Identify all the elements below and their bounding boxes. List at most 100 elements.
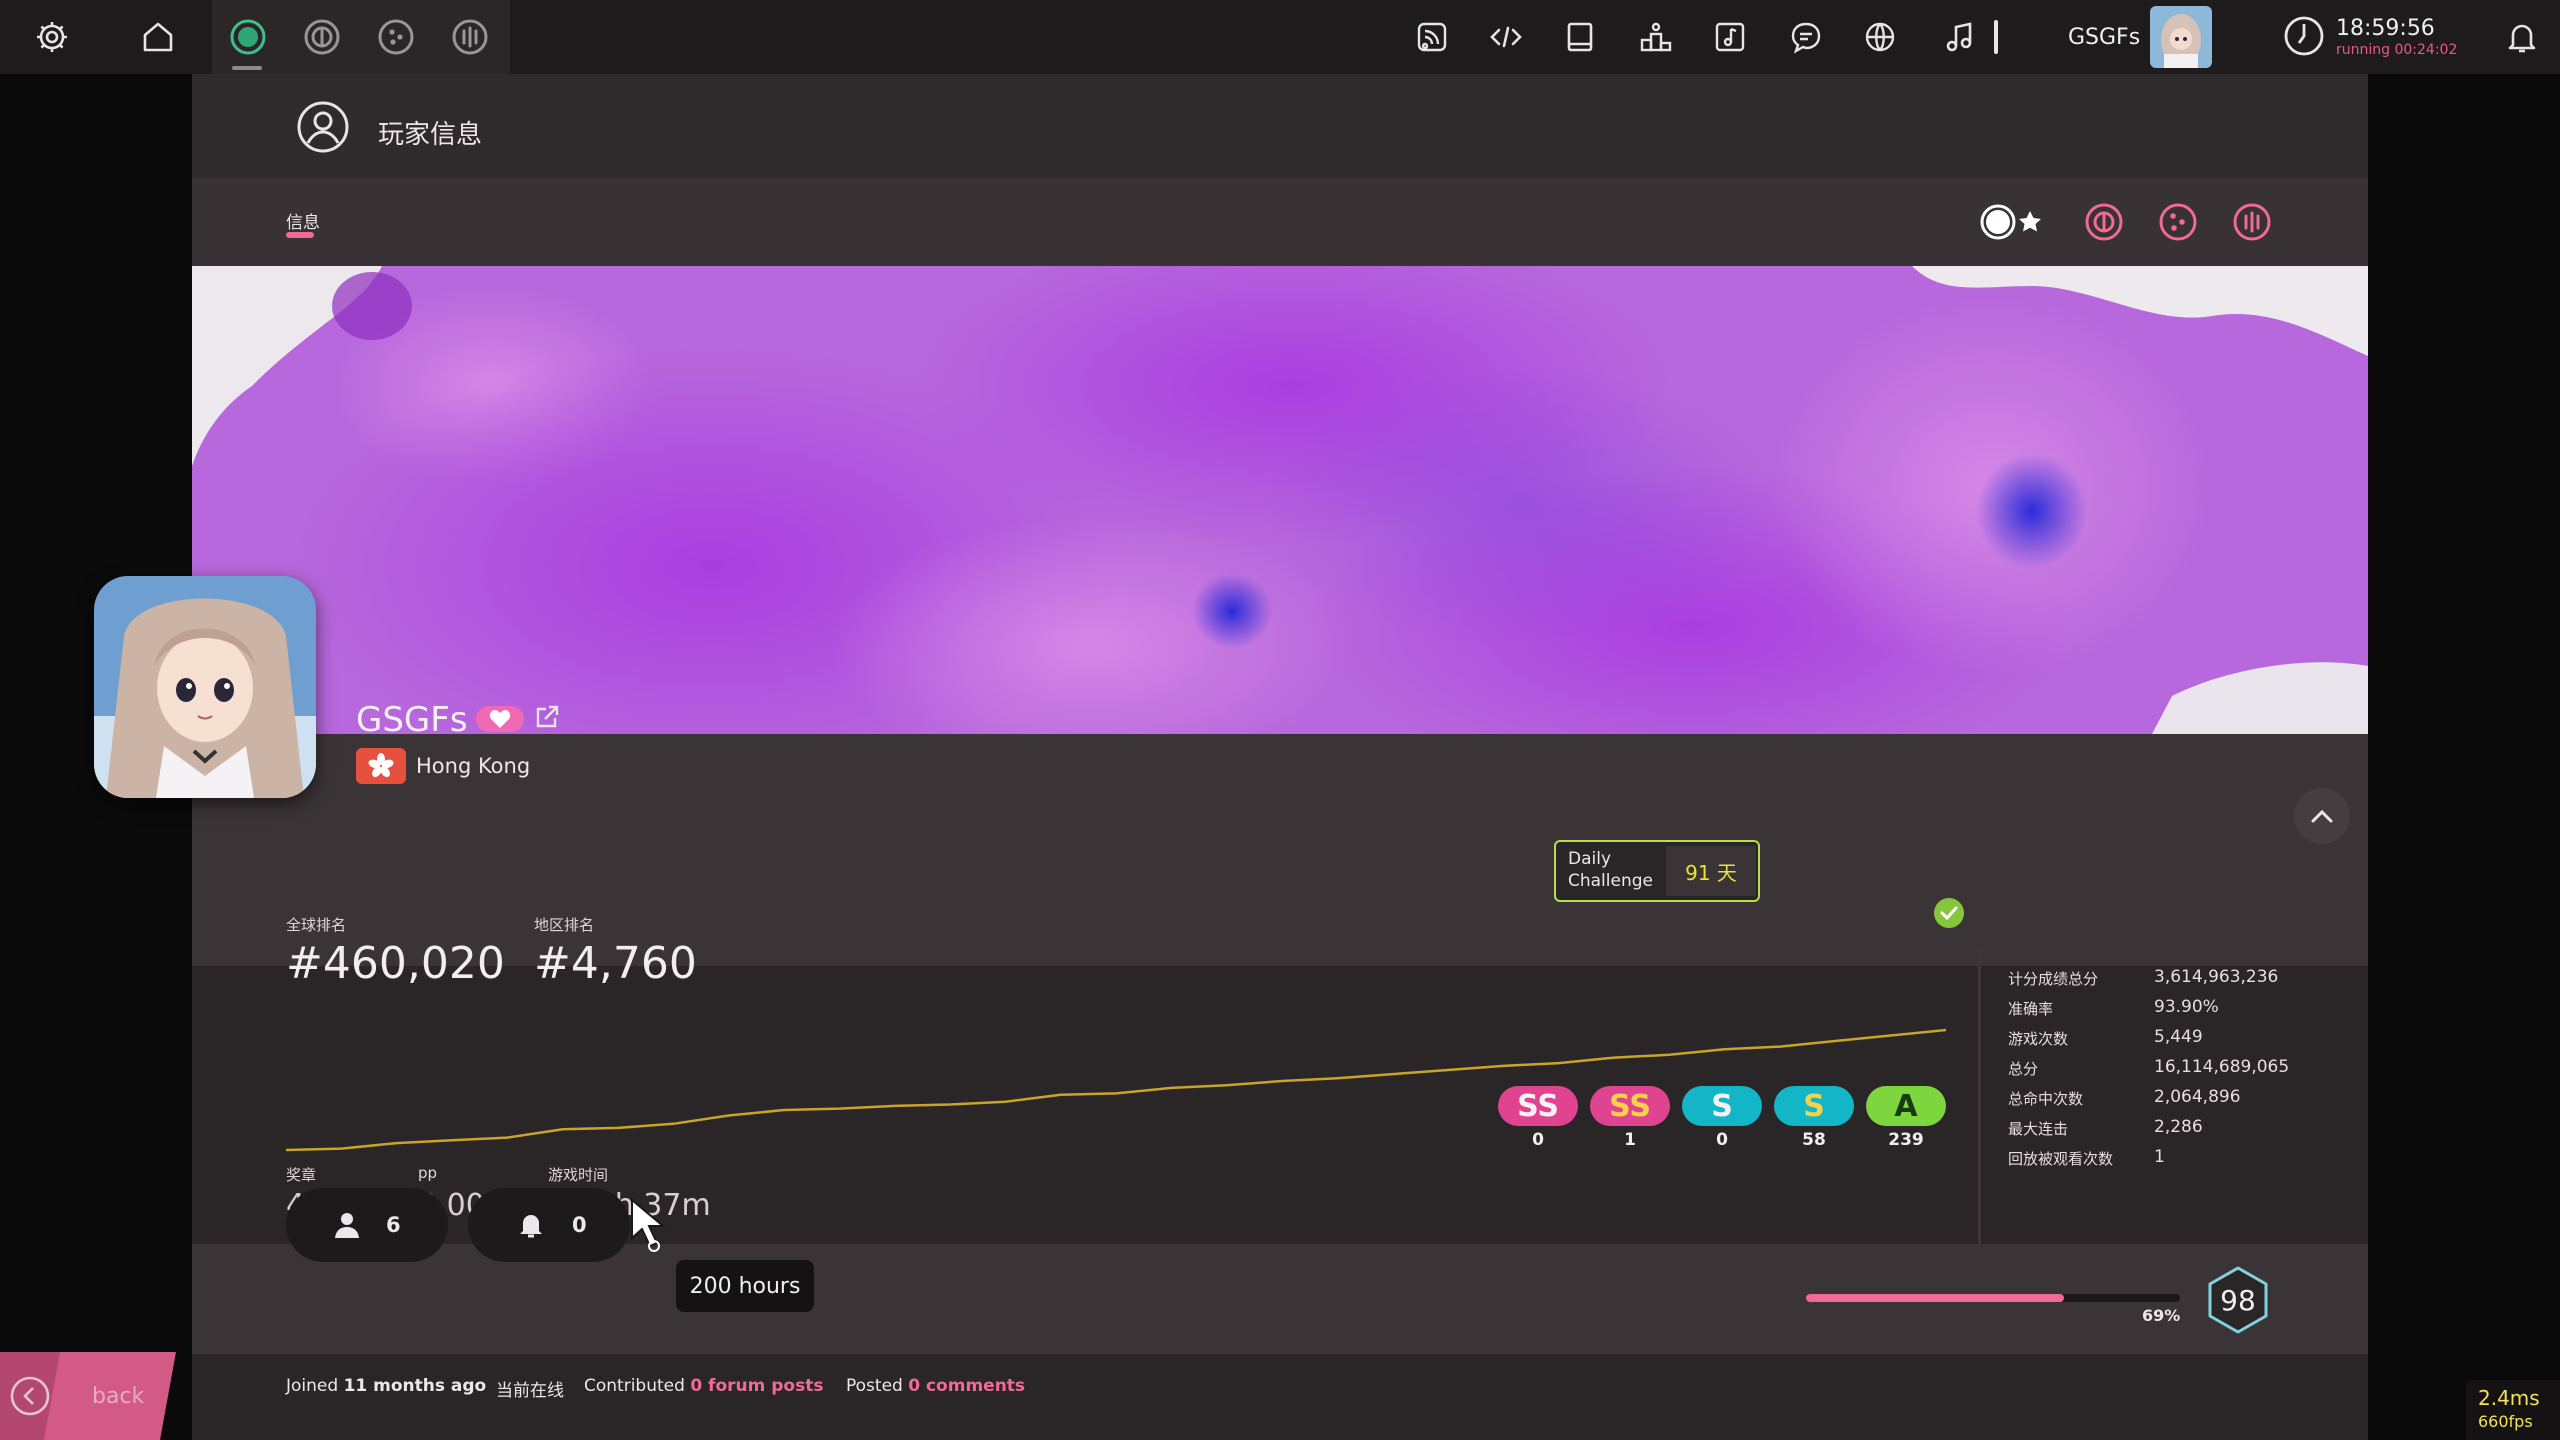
stat-label: 游戏次数 xyxy=(2008,1030,2069,1048)
grade-ss-badge: SS xyxy=(1590,1086,1670,1126)
profile-cover-image xyxy=(192,266,2368,734)
grade-a: A 239 xyxy=(1866,1086,1946,1150)
news-icon xyxy=(1417,22,1447,52)
rankings-button[interactable] xyxy=(1626,0,1686,74)
settings-button[interactable] xyxy=(22,0,82,74)
dashboard-icon xyxy=(1865,22,1895,52)
ruleset-mania-button[interactable] xyxy=(440,0,500,74)
ruleset-taiko-icon xyxy=(304,19,340,55)
country-rank-label: 地区排名 xyxy=(534,916,595,934)
comments-info: Posted 0 comments xyxy=(846,1376,1025,1396)
ruleset-mania-icon xyxy=(452,19,488,55)
ruleset-taiko-button[interactable] xyxy=(292,0,352,74)
overlay-title: 玩家信息 xyxy=(378,120,483,150)
daily-challenge-label: Daily Challenge xyxy=(1568,848,1653,892)
forum-posts-link[interactable]: 0 forum posts xyxy=(690,1376,823,1396)
ruleset-catch-tab-icon[interactable] xyxy=(2158,202,2198,242)
country-name[interactable]: Hong Kong xyxy=(416,754,530,778)
home-button[interactable] xyxy=(128,0,188,74)
clock-running-time: running 00:24:02 xyxy=(2336,42,2458,58)
notifications-button[interactable] xyxy=(2494,0,2550,74)
dashboard-button[interactable] xyxy=(1850,0,1910,74)
beatmap-listing-button[interactable] xyxy=(1700,0,1760,74)
toolbar: GSGFs 18:59:56 running 00:24:02 xyxy=(0,0,2560,74)
now-playing-button[interactable] xyxy=(1930,0,1990,74)
ruleset-catch-button[interactable] xyxy=(366,0,426,74)
user-button[interactable]: GSGFs xyxy=(2068,0,2213,74)
grade-ss-silver-count: 0 xyxy=(1532,1130,1544,1150)
grade-s: S 58 xyxy=(1774,1086,1854,1150)
bell-icon xyxy=(2508,24,2536,53)
global-rank: #460,020 xyxy=(286,938,505,989)
stat-value: 1 xyxy=(2154,1147,2165,1167)
grade-s-silver-badge: S xyxy=(1682,1086,1762,1126)
fps-value: 660fps xyxy=(2478,1412,2533,1431)
music-volume-indicator xyxy=(1994,20,1998,54)
stat-label: 回放被观看次数 xyxy=(2008,1150,2114,1168)
ruleset-osu-icon xyxy=(230,19,266,55)
clock-time: 18:59:56 xyxy=(2336,16,2435,41)
joined-value: 11 months ago xyxy=(343,1376,487,1396)
wiki-button[interactable] xyxy=(1550,0,1610,74)
joined-prefix: Joined xyxy=(286,1376,344,1396)
stat-value: 2,286 xyxy=(2154,1117,2203,1137)
grade-ss-silver: SS 0 xyxy=(1498,1086,1578,1150)
external-link-icon xyxy=(536,705,559,728)
news-button[interactable] xyxy=(1402,0,1462,74)
country-rank: #4,760 xyxy=(534,938,697,989)
ruleset-taiko-tab-icon[interactable] xyxy=(2084,202,2124,242)
daily-challenge-badge[interactable]: Daily Challenge 91 天 xyxy=(1554,840,1760,902)
global-rank-label: 全球排名 xyxy=(286,916,347,934)
tab-info[interactable]: 信息 xyxy=(286,208,320,233)
open-in-browser-button[interactable] xyxy=(534,704,560,734)
daily-challenge-streak: 91 天 xyxy=(1666,846,1756,896)
level-progress-bar xyxy=(1806,1294,2180,1302)
country-flag[interactable] xyxy=(356,748,406,784)
person-icon xyxy=(335,1213,359,1238)
ruleset-catch-icon xyxy=(378,19,414,55)
subscribers-count: 0 xyxy=(572,1213,587,1237)
clock-display[interactable]: 18:59:56 running 00:24:02 xyxy=(2282,12,2482,62)
daily-challenge-complete-icon xyxy=(1934,898,1964,928)
level-value: 98 xyxy=(2220,1283,2256,1317)
overlay-header: 玩家信息 xyxy=(192,74,2368,178)
collapse-header-button[interactable] xyxy=(2294,788,2350,844)
changelog-button[interactable] xyxy=(1476,0,1536,74)
online-status: 当前在线 xyxy=(496,1381,564,1401)
playtime-label: 游戏时间 xyxy=(548,1166,609,1184)
pp-label: pp xyxy=(418,1164,438,1182)
posted-prefix: Posted xyxy=(846,1376,909,1396)
bell-icon xyxy=(520,1215,542,1238)
stat-label: 准确率 xyxy=(2008,1000,2054,1018)
beatmap-listing-icon xyxy=(1715,22,1745,52)
comments-link[interactable]: 0 comments xyxy=(908,1376,1025,1396)
ruleset-osu-button[interactable] xyxy=(218,0,278,74)
mapping-subscribers-button[interactable]: 0 xyxy=(468,1188,630,1262)
chevron-left-circle-icon xyxy=(10,1376,50,1416)
stat-label: 计分成绩总分 xyxy=(2008,970,2099,988)
background-right xyxy=(2368,74,2560,1440)
followers-button[interactable]: 6 xyxy=(286,1188,448,1262)
stats-divider xyxy=(1978,948,1981,1286)
stat-value: 2,064,896 xyxy=(2154,1087,2241,1107)
toolbar-username: GSGFs xyxy=(2068,24,2141,50)
supporter-tag[interactable] xyxy=(476,706,524,732)
stat-value: 3,614,963,236 xyxy=(2154,967,2279,987)
level-progress-fill xyxy=(1806,1294,2065,1302)
back-button-label: back xyxy=(92,1384,145,1409)
chat-button[interactable] xyxy=(1776,0,1836,74)
home-icon xyxy=(143,22,173,52)
ruleset-mania-tab-icon[interactable] xyxy=(2232,202,2272,242)
grade-s-silver: S0 xyxy=(1682,1086,1762,1150)
level-badge: 98 xyxy=(2202,1264,2274,1336)
stat-value: 16,114,689,065 xyxy=(2154,1057,2290,1077)
daily-challenge-label-line2: Challenge xyxy=(1568,871,1653,891)
now-playing-icon xyxy=(1946,22,1972,52)
bauhinia-flower-icon xyxy=(368,753,394,778)
heart-icon xyxy=(489,710,511,728)
fps-counter: 2.4ms 660fps xyxy=(2466,1380,2560,1440)
profile-avatar xyxy=(94,576,316,798)
wiki-icon xyxy=(1567,22,1593,52)
tab-info-indicator xyxy=(286,232,314,238)
frame-time: 2.4ms xyxy=(2478,1386,2540,1410)
